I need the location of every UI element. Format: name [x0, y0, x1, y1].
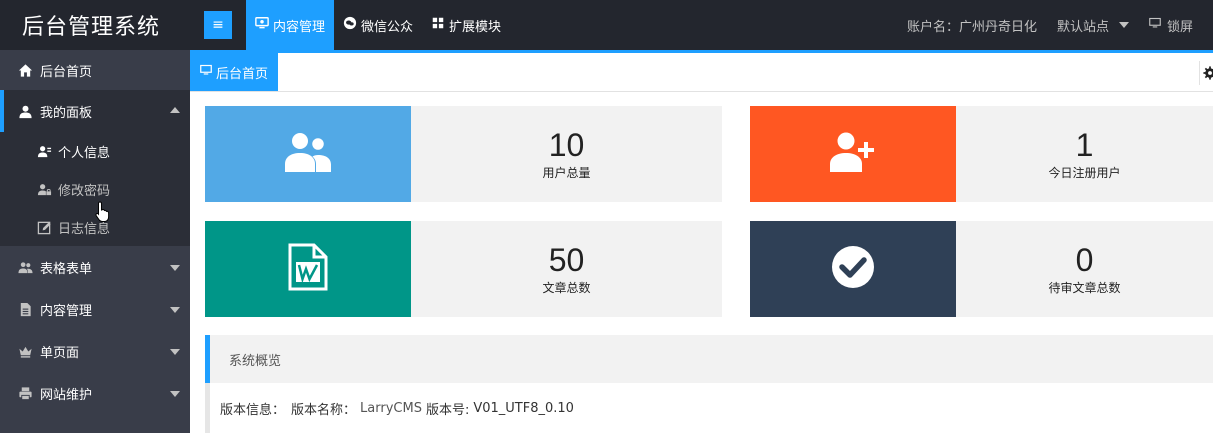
topnav-label: 微信公众 — [361, 19, 414, 35]
stat-icon-box — [205, 221, 411, 317]
user-icon — [18, 104, 33, 119]
users-icon — [283, 130, 333, 178]
chevron-down-icon — [170, 265, 180, 271]
stat-card-users: 10 用户总量 — [205, 106, 722, 202]
top-nav: 内容管理 微信公众 扩展模块 — [246, 0, 510, 50]
stat-value: 10 — [548, 127, 585, 163]
monitor-icon — [200, 64, 212, 80]
stat-value-box: 1 今日注册用户 — [956, 106, 1213, 202]
version-info-label: 版本信息： — [220, 402, 286, 418]
chevron-down-icon — [170, 391, 180, 397]
chevron-down-icon — [170, 349, 180, 355]
chevron-up-icon — [170, 107, 180, 113]
sidebar-submenu: 个人信息 修改密码 日志信息 — [0, 132, 190, 246]
app-logo: 后台管理系统 — [22, 15, 161, 40]
tab-home[interactable]: 后台首页 — [190, 53, 279, 91]
stat-label: 今日注册用户 — [1048, 166, 1121, 180]
user-card-icon — [37, 144, 52, 159]
sidebar-item-label: 后台首页 — [40, 64, 93, 80]
crown-icon — [18, 344, 33, 359]
stat-label: 用户总量 — [542, 166, 591, 180]
edit-icon — [37, 220, 52, 235]
home-icon — [18, 63, 33, 78]
stat-value: 0 — [1075, 242, 1094, 278]
caret-down-icon — [1118, 22, 1129, 28]
gear-icon[interactable] — [1199, 61, 1213, 85]
file-icon — [18, 302, 33, 317]
stat-label: 待审文章总数 — [1048, 281, 1121, 295]
sidebar-item-single-page[interactable]: 单页面 — [0, 330, 190, 372]
sidebar: 后台首页 我的面板 个人信息 修改密码 日志信息 表格表单 内容管理 单页面 网… — [0, 50, 190, 433]
chevron-down-icon — [170, 307, 180, 313]
stat-icon-box — [750, 221, 956, 317]
menu-toggle-button[interactable]: ≡ — [204, 11, 232, 39]
version-number-value: V01_UTF8_0.10 — [473, 400, 574, 416]
stat-icon-box — [750, 106, 956, 202]
site-selector[interactable]: 默认站点 — [1047, 16, 1139, 35]
version-name-value: LarryCMS — [360, 400, 422, 416]
lock-screen-button[interactable]: 锁屏 — [1139, 16, 1203, 35]
stat-value-box: 0 待审文章总数 — [956, 221, 1213, 317]
stat-value: 1 — [1075, 127, 1094, 163]
monitor-icon — [1149, 17, 1161, 33]
tab-label: 后台首页 — [216, 66, 269, 82]
account-name: 账户名：广州丹奇日化 — [906, 19, 1037, 35]
tab-bar: 后台首页 — [190, 50, 1213, 92]
sidebar-item-label: 我的面板 — [40, 105, 93, 121]
hand-cursor-icon — [95, 201, 111, 227]
stat-card-new-users: 1 今日注册用户 — [750, 106, 1213, 202]
sidebar-item-label: 内容管理 — [40, 303, 93, 319]
topnav-label: 扩展模块 — [449, 19, 502, 35]
wechat-icon — [343, 16, 357, 34]
stat-card-pending-articles: 0 待审文章总数 — [750, 221, 1213, 317]
check-circle-icon — [831, 245, 875, 293]
system-overview-panel: 系统概览 版本信息： 版本名称： LarryCMS 版本号: V01_UTF8_… — [205, 335, 1213, 433]
grid-icon — [431, 16, 445, 34]
site-label: 默认站点 — [1056, 19, 1109, 35]
stat-value-box: 50 文章总数 — [411, 221, 722, 317]
lock-label: 锁屏 — [1166, 19, 1193, 35]
print-icon — [18, 386, 33, 401]
top-header: 后台管理系统 ≡ 内容管理 微信公众 扩展模块 账户名：广州丹奇日化 默认站点 — [0, 0, 1213, 50]
sidebar-item-forms[interactable]: 表格表单 — [0, 246, 190, 288]
sidebar-item-label: 表格表单 — [40, 261, 93, 277]
main-content: 10 用户总量 1 今日注册用户 50 文章总数 0 待审文章总数 系统概览 版… — [190, 92, 1213, 433]
topnav-extensions[interactable]: 扩展模块 — [422, 0, 510, 50]
version-name-label: 版本名称： — [291, 402, 357, 418]
topnav-wechat[interactable]: 微信公众 — [334, 0, 422, 50]
monitor-icon — [255, 16, 269, 34]
sidebar-item-site-maintenance[interactable]: 网站维护 — [0, 372, 190, 414]
word-doc-icon — [287, 242, 329, 296]
stat-label: 文章总数 — [542, 281, 591, 295]
sidebar-subitem-label: 个人信息 — [58, 145, 111, 161]
sidebar-item-label: 网站维护 — [40, 387, 93, 403]
header-right: 账户名：广州丹奇日化 默认站点 锁屏 — [897, 0, 1213, 50]
sidebar-item-my-panel[interactable]: 我的面板 — [0, 90, 190, 132]
sidebar-item-content[interactable]: 内容管理 — [0, 288, 190, 330]
user-lock-icon — [37, 182, 52, 197]
topnav-label: 内容管理 — [273, 19, 326, 35]
stat-icon-box — [205, 106, 411, 202]
sidebar-item-label: 单页面 — [40, 345, 80, 361]
panel-title: 系统概览 — [205, 335, 1213, 383]
sidebar-item-home[interactable]: 后台首页 — [0, 50, 190, 90]
sidebar-subitem-profile[interactable]: 个人信息 — [0, 132, 190, 222]
users-icon — [18, 260, 33, 275]
version-info: 版本信息： 版本名称： LarryCMS 版本号: V01_UTF8_0.10 — [205, 383, 1213, 433]
user-plus-icon — [828, 130, 878, 178]
stat-value: 50 — [548, 242, 585, 278]
topnav-content-manage[interactable]: 内容管理 — [246, 0, 335, 50]
stat-value-box: 10 用户总量 — [411, 106, 722, 202]
version-number-label: 版本号: — [425, 402, 470, 418]
sidebar-subitem-label: 修改密码 — [58, 183, 111, 199]
stat-card-articles: 50 文章总数 — [205, 221, 722, 317]
